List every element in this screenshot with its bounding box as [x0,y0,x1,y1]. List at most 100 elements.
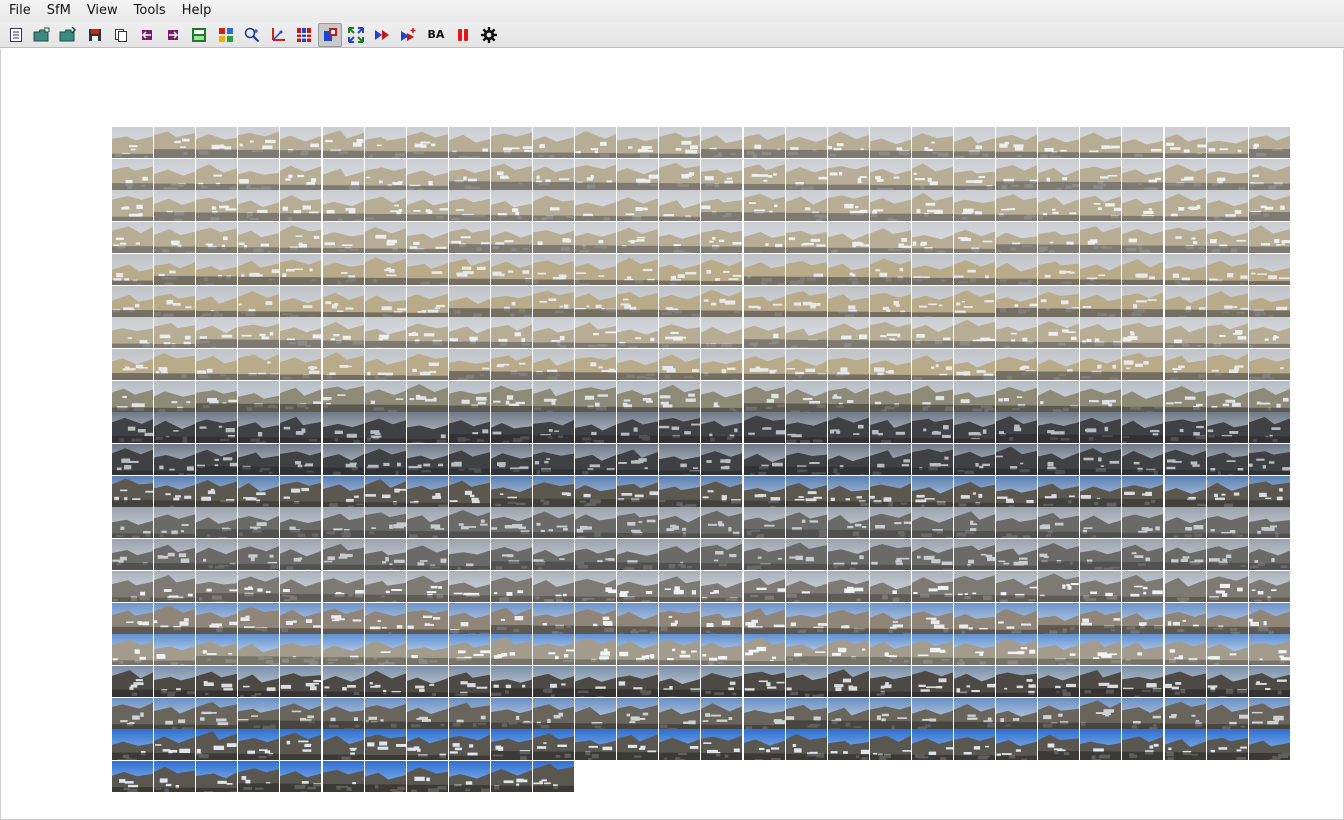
image-thumbnail[interactable] [785,475,827,507]
image-thumbnail[interactable] [112,222,153,254]
image-thumbnail[interactable] [1038,127,1080,158]
image-thumbnail[interactable] [1080,285,1122,317]
image-thumbnail[interactable] [1080,348,1122,380]
image-thumbnail[interactable] [533,412,574,444]
add-images-button[interactable] [397,23,421,47]
image-thumbnail[interactable] [448,380,490,412]
image-thumbnail[interactable] [196,634,238,666]
image-thumbnail[interactable] [575,222,617,254]
image-thumbnail[interactable] [364,697,406,729]
image-thumbnail[interactable] [954,285,995,317]
image-thumbnail[interactable] [869,539,911,571]
image-thumbnail[interactable] [827,127,869,158]
image-thumbnail[interactable] [533,507,574,539]
image-thumbnail[interactable] [701,222,743,254]
image-thumbnail[interactable] [238,253,280,285]
image-thumbnail[interactable] [911,539,953,571]
image-thumbnail[interactable] [533,539,574,571]
image-thumbnail[interactable] [1080,570,1122,602]
image-thumbnail[interactable] [364,348,406,380]
image-thumbnail[interactable] [1206,190,1248,222]
image-thumbnail[interactable] [701,444,743,475]
image-thumbnail[interactable] [659,412,701,444]
image-thumbnail[interactable] [701,507,743,539]
image-thumbnail[interactable] [996,348,1038,380]
image-thumbnail[interactable] [617,253,659,285]
image-thumbnail[interactable] [659,222,701,254]
image-thumbnail[interactable] [701,127,743,158]
image-thumbnail[interactable] [154,697,196,729]
image-thumbnail[interactable] [406,729,448,761]
image-thumbnail[interactable] [533,222,574,254]
image-thumbnail[interactable] [743,190,785,222]
image-thumbnail[interactable] [154,285,196,317]
image-thumbnail[interactable] [869,348,911,380]
image-thumbnail[interactable] [238,475,280,507]
image-thumbnail[interactable] [1122,190,1164,222]
image-thumbnail[interactable] [827,602,869,634]
image-thumbnail[interactable] [280,380,322,412]
image-thumbnail[interactable] [827,348,869,380]
image-thumbnail[interactable] [954,348,995,380]
image-thumbnail[interactable] [196,602,238,634]
image-thumbnail[interactable] [154,665,196,697]
image-thumbnail[interactable] [1038,380,1080,412]
image-thumbnail[interactable] [1080,380,1122,412]
image-thumbnail[interactable] [1248,127,1290,158]
image-thumbnail[interactable] [322,285,364,317]
image-thumbnail[interactable] [1206,222,1248,254]
image-thumbnail[interactable] [785,222,827,254]
menu-file[interactable]: File [0,0,39,22]
image-thumbnail[interactable] [1164,380,1206,412]
image-thumbnail[interactable] [1206,475,1248,507]
image-thumbnail[interactable] [1164,127,1206,158]
image-thumbnail[interactable] [617,412,659,444]
image-thumbnail[interactable] [575,570,617,602]
bundle-adjust-button[interactable]: BA [423,23,449,47]
image-thumbnail[interactable] [1164,412,1206,444]
image-thumbnail[interactable] [533,380,574,412]
image-thumbnail[interactable] [406,697,448,729]
image-thumbnail[interactable] [490,570,532,602]
menu-help[interactable]: Help [174,0,220,22]
image-thumbnail[interactable] [954,697,995,729]
image-thumbnail[interactable] [1248,348,1290,380]
image-thumbnail[interactable] [490,158,532,190]
image-thumbnail[interactable] [869,570,911,602]
image-thumbnail[interactable] [701,380,743,412]
image-thumbnail[interactable] [617,190,659,222]
image-thumbnail[interactable] [617,285,659,317]
image-thumbnail[interactable] [659,317,701,349]
image-thumbnail[interactable] [1164,665,1206,697]
image-thumbnail[interactable] [533,665,574,697]
image-thumbnail[interactable] [112,665,153,697]
image-thumbnail[interactable] [617,317,659,349]
image-thumbnail[interactable] [364,665,406,697]
image-view-canvas[interactable] [0,49,1344,820]
image-thumbnail[interactable] [575,127,617,158]
image-thumbnail[interactable] [1248,317,1290,349]
image-thumbnail[interactable] [154,729,196,761]
image-thumbnail[interactable] [911,729,953,761]
image-thumbnail[interactable] [1248,634,1290,666]
image-thumbnail[interactable] [280,539,322,571]
image-thumbnail[interactable] [1038,697,1080,729]
image-thumbnail[interactable] [1038,602,1080,634]
new-workspace-button[interactable] [4,23,28,47]
image-thumbnail[interactable] [112,444,153,475]
image-thumbnail[interactable] [617,380,659,412]
image-thumbnail[interactable] [869,412,911,444]
image-thumbnail[interactable] [617,444,659,475]
image-thumbnail[interactable] [575,285,617,317]
image-thumbnail[interactable] [533,634,574,666]
image-thumbnail[interactable] [1080,475,1122,507]
image-thumbnail[interactable] [406,222,448,254]
image-thumbnail[interactable] [996,665,1038,697]
image-thumbnail[interactable] [406,539,448,571]
image-thumbnail[interactable] [1080,507,1122,539]
image-thumbnail[interactable] [490,348,532,380]
image-thumbnail[interactable] [701,697,743,729]
image-thumbnail[interactable] [1248,475,1290,507]
image-thumbnail[interactable] [280,697,322,729]
image-thumbnail[interactable] [575,190,617,222]
